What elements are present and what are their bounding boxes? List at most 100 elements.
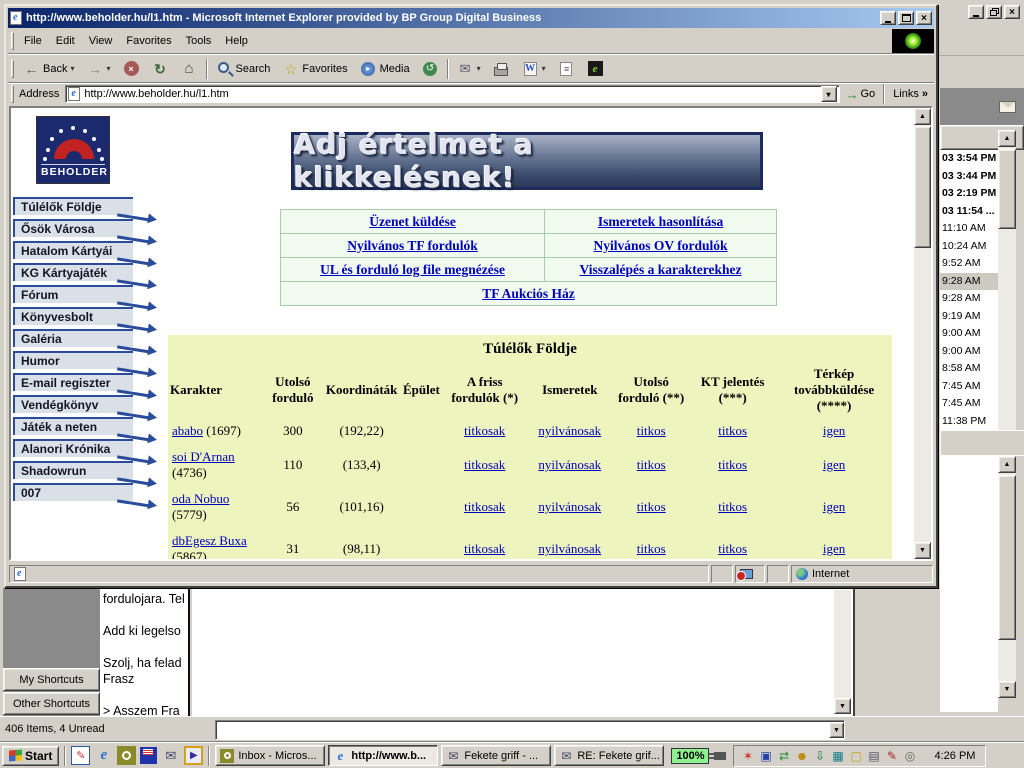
email-list-item[interactable]: 9:52 AM	[940, 255, 998, 273]
ad-banner[interactable]: Adj értelmet a klikkelésnek!	[291, 132, 763, 190]
map-forward-cell-link[interactable]: igen	[823, 541, 845, 556]
outlook-close-button[interactable]: ×	[1004, 5, 1020, 19]
menu-file[interactable]: File	[17, 32, 49, 50]
sidebar-item-konyvesbolt[interactable]: Könyvesbolt	[13, 307, 133, 325]
page-scrollbar[interactable]: ▲ ▼	[914, 108, 931, 559]
knowledge-cell-link[interactable]: nyilvánosak	[538, 541, 601, 556]
toolbar-mail-button[interactable]: ✉▾	[451, 57, 487, 81]
character-link-ababo[interactable]: ababo	[172, 423, 203, 438]
reading-pane[interactable]	[940, 456, 998, 712]
internet-explorer-icon[interactable]: e	[94, 746, 113, 765]
map-forward-cell-link[interactable]: igen	[823, 457, 845, 472]
toolbar-search-button[interactable]: Search	[210, 57, 277, 81]
sidebar-item-alanori-kronika[interactable]: Alanori Krónika	[13, 439, 133, 457]
email-list-item[interactable]: 03 2:19 PM	[940, 185, 998, 203]
toolbar-refresh-button[interactable]: ↻	[146, 57, 175, 81]
sidebar-item-vendegkonyv[interactable]: Vendégkönyv	[13, 395, 133, 413]
ie-titlebar[interactable]: http://www.beholder.hu/l1.htm - Microsof…	[8, 8, 934, 28]
fresh-turns-cell-link[interactable]: titkosak	[464, 423, 505, 438]
email-list-item[interactable]: 9:19 AM	[940, 308, 998, 326]
fresh-turns-cell-link[interactable]: titkosak	[464, 541, 505, 556]
character-link-dbegesz-buxa[interactable]: dbEgesz Buxa	[172, 533, 247, 548]
address-url[interactable]: http://www.beholder.hu/l1.htm	[84, 88, 228, 100]
toolbar-grip[interactable]	[11, 32, 14, 50]
menu-view[interactable]: View	[82, 32, 120, 50]
sidebar-item-tulelok-foldje[interactable]: Túlélők Földje	[13, 197, 133, 215]
task-button-fekete-griff[interactable]: ✉Fekete griff - ...	[441, 745, 551, 766]
start-button[interactable]: Start	[2, 746, 59, 766]
menu-favorites[interactable]: Favorites	[119, 32, 178, 50]
scroll-down-icon[interactable]: ▼	[829, 722, 844, 738]
toolbar-edit-word-button[interactable]: W▾	[516, 57, 552, 81]
reading-pane-scrollbar[interactable]: ▲ ▼	[998, 456, 1017, 712]
last-turn-visibility-cell-link[interactable]: titkos	[637, 499, 666, 514]
map-forward-cell-link[interactable]: igen	[823, 423, 845, 438]
link-uzenet-kuldese[interactable]: Üzenet küldése	[369, 214, 456, 229]
message-preview-pane[interactable]: ▼	[192, 588, 855, 716]
email-list-item[interactable]: 8:58 AM	[940, 360, 998, 378]
sidebar-item-007[interactable]: 007	[13, 483, 133, 501]
printer-icon[interactable]: ▤	[866, 748, 881, 763]
sidebar-item-osok-varosa[interactable]: Ősök Városa	[13, 219, 133, 237]
knowledge-cell-link[interactable]: nyilvánosak	[538, 457, 601, 472]
outlook-minimize-button[interactable]	[968, 5, 984, 19]
display-icon[interactable]: ▦	[830, 748, 845, 763]
link-visszalepes-a-karakterekhez[interactable]: Visszalépés a karakterekhez	[580, 262, 742, 277]
taskbar-clock[interactable]: 4:26 PM	[934, 750, 979, 762]
sidebar-item-kg-kartyajatek[interactable]: KG Kártyajáték	[13, 263, 133, 281]
scroll-down-icon[interactable]: ▼	[914, 542, 931, 559]
menu-tools[interactable]: Tools	[179, 32, 219, 50]
email-list-item[interactable]: 9:00 AM	[940, 325, 998, 343]
other-shortcuts-button[interactable]: Other Shortcuts	[3, 692, 100, 715]
menu-edit[interactable]: Edit	[49, 32, 82, 50]
toolbar-print-button[interactable]	[487, 57, 516, 81]
minimize-button[interactable]	[880, 11, 896, 25]
kt-report-cell-link[interactable]: titkos	[718, 541, 747, 556]
send-receive-mail-icon[interactable]: ✉	[161, 746, 180, 765]
agent-icon[interactable]: ☻	[794, 748, 809, 763]
email-list-scrollbar[interactable]: ▲	[998, 128, 1017, 430]
outlook-restore-button[interactable]	[986, 5, 1002, 19]
network-transfer-icon[interactable]: ⇄	[776, 748, 791, 763]
email-list-item[interactable]: 9:28 AM	[940, 290, 998, 308]
sidebar-item-shadowrun[interactable]: Shadowrun	[13, 461, 133, 479]
email-list-item[interactable]: 7:45 AM	[940, 395, 998, 413]
toolbar-history-button[interactable]: ↺	[416, 57, 445, 81]
kt-report-cell-link[interactable]: titkos	[718, 457, 747, 472]
sidebar-item-e-mail-regiszter[interactable]: E-mail regiszter	[13, 373, 133, 391]
media-player-icon[interactable]: ▶	[184, 746, 203, 765]
close-button[interactable]: ×	[916, 11, 932, 25]
character-link-oda-nobuo[interactable]: oda Nobuo	[172, 491, 229, 506]
sidebar-item-forum[interactable]: Fórum	[13, 285, 133, 303]
scroll-up-icon[interactable]: ▲	[998, 456, 1016, 473]
email-list-item[interactable]: 11:38 PM	[940, 413, 998, 431]
compose-mail-icon[interactable]: ✎	[71, 746, 90, 765]
window-icon[interactable]: ▢	[848, 748, 863, 763]
beholder-logo[interactable]: BEHOLDER	[36, 116, 110, 184]
character-link-soi-d-arnan[interactable]: soi D'Arnan	[172, 449, 235, 464]
sidebar-item-galeria[interactable]: Galéria	[13, 329, 133, 347]
toolbar-grip[interactable]	[11, 60, 14, 78]
fresh-turns-cell-link[interactable]: titkosak	[464, 499, 505, 514]
scrollbar-thumb[interactable]	[914, 126, 931, 248]
map-forward-cell-link[interactable]: igen	[823, 499, 845, 514]
task-button-re-fekete-grif[interactable]: ✉RE: Fekete grif...	[554, 745, 664, 766]
last-turn-visibility-cell-link[interactable]: titkos	[637, 457, 666, 472]
email-list-item[interactable]: 11:10 AM	[940, 220, 998, 238]
link-nyilvanos-ov-fordulok[interactable]: Nyilvános OV fordulók	[594, 238, 728, 253]
toolbar-back-button[interactable]: ←Back▾	[17, 57, 80, 81]
installer-icon[interactable]: ⇩	[812, 748, 827, 763]
toolbar-discuss-button[interactable]: ≡	[552, 57, 581, 81]
toolbar-media-button[interactable]: ▸Media	[354, 57, 416, 81]
toolbar-forward-button[interactable]: →▾	[80, 57, 116, 81]
my-shortcuts-button[interactable]: My Shortcuts	[3, 668, 100, 691]
scroll-up-icon[interactable]: ▲	[914, 108, 931, 125]
email-list-item[interactable]: 9:00 AM	[940, 343, 998, 361]
go-button[interactable]: → Go	[840, 87, 882, 102]
email-list-item[interactable]: 03 3:54 PM	[940, 150, 998, 168]
outlook-icon[interactable]	[117, 746, 136, 765]
link-ul-es-fordulo-log-file-megnezese[interactable]: UL és forduló log file megnézése	[320, 262, 505, 277]
address-input[interactable]: http://www.beholder.hu/l1.htm ▾	[65, 85, 839, 103]
toolbar-favorites-button[interactable]: ☆Favorites	[276, 57, 353, 81]
address-dropdown-icon[interactable]: ▾	[821, 86, 837, 102]
